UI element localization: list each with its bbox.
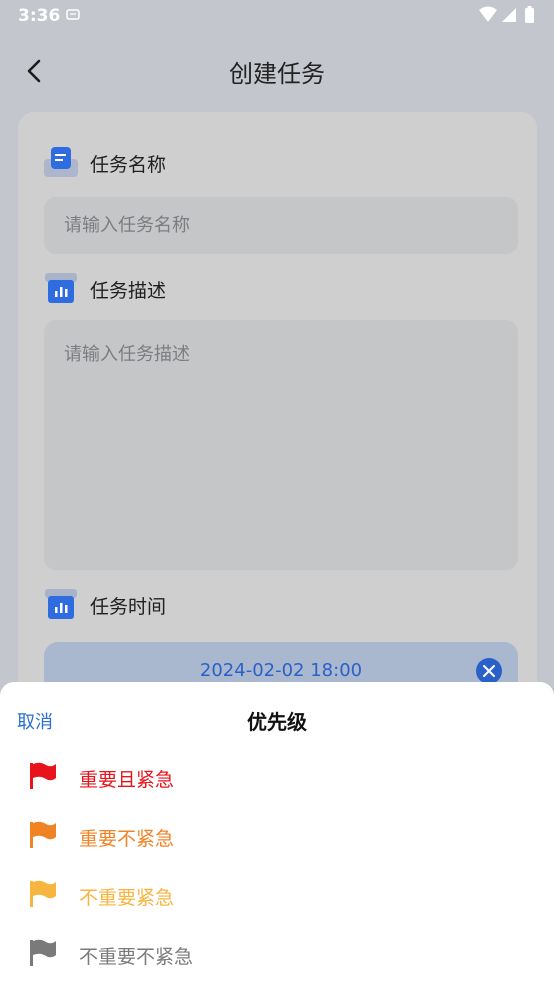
sheet-title: 优先级 (247, 710, 307, 734)
task-time-label: 任务时间 (90, 596, 167, 618)
document-icon (44, 147, 78, 177)
battery-icon (525, 8, 534, 23)
task-time-value: 2024-02-02 18:00 (199, 660, 363, 681)
priority-option-not-important-urgent[interactable]: 不重要紧急 (0, 866, 554, 925)
task-desc-placeholder: 请输入任务描述 (64, 344, 190, 365)
priority-option-label: 重要且紧急 (79, 769, 175, 791)
flag-icon (30, 821, 56, 848)
wifi-icon (479, 6, 497, 22)
flag-icon (30, 939, 56, 966)
flag-icon (30, 880, 56, 907)
notification-icon (66, 9, 80, 20)
priority-option-label: 重要不紧急 (79, 828, 175, 850)
priority-option-label: 不重要紧急 (79, 887, 175, 909)
priority-option-label: 不重要不紧急 (79, 946, 194, 968)
task-name-placeholder: 请输入任务名称 (64, 215, 190, 236)
flag-icon (30, 762, 56, 789)
signal-icon (502, 8, 516, 22)
system-status-icons (479, 6, 534, 23)
chart-document-icon (45, 589, 77, 619)
status-bar: 3:36 (0, 0, 554, 32)
task-form-card: 任务名称 请输入任务名称 任务描述 请输入任务描述 任务时间 2024-02-0… (18, 112, 537, 712)
chart-document-icon (45, 273, 77, 303)
task-desc-label: 任务描述 (90, 280, 167, 302)
task-desc-textarea[interactable]: 请输入任务描述 (44, 320, 518, 570)
status-time: 3:36 (18, 6, 61, 26)
priority-bottom-sheet: 取消 优先级 重要且紧急 重要不紧急 不重要紧急 不重要不紧急 (0, 682, 554, 984)
app-bar: 创建任务 (0, 40, 554, 100)
priority-option-important-not-urgent[interactable]: 重要不紧急 (0, 807, 554, 866)
clear-time-icon[interactable] (476, 658, 502, 684)
priority-option-not-important-not-urgent[interactable]: 不重要不紧急 (0, 925, 554, 984)
task-name-label: 任务名称 (90, 154, 167, 176)
task-name-input[interactable]: 请输入任务名称 (44, 197, 518, 254)
page-title: 创建任务 (229, 60, 325, 88)
priority-option-important-urgent[interactable]: 重要且紧急 (0, 748, 554, 807)
